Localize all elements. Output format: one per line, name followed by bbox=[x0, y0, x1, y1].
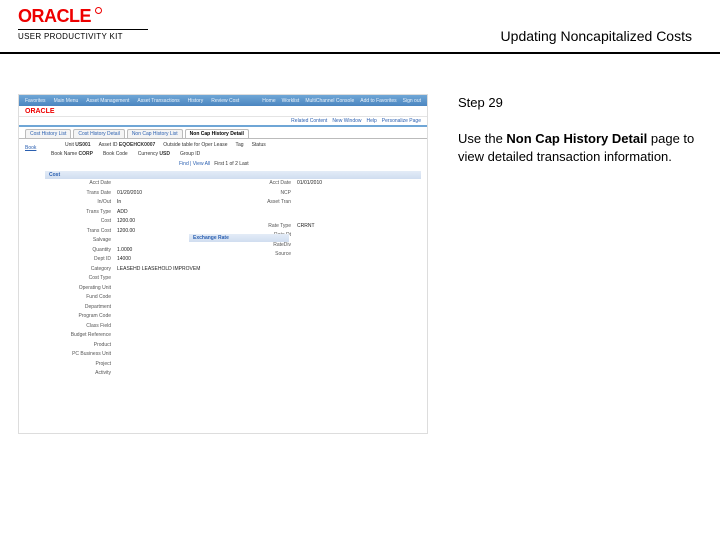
info-row-1: Unit US001 Asset ID EQOEHCK0007 Outside … bbox=[19, 139, 427, 149]
nav-item: Asset Transactions bbox=[137, 98, 179, 104]
field-row: Acct Date bbox=[39, 179, 219, 189]
field-row: Product bbox=[39, 341, 219, 351]
field-row: Trans TypeADD bbox=[39, 208, 219, 218]
left-column: Acct DateTrans Date01/20/2010In/OutInTra… bbox=[39, 179, 219, 379]
field-row: Department bbox=[39, 303, 219, 313]
oracle-logo: ORACLE bbox=[18, 6, 91, 26]
field-row: Activity bbox=[39, 369, 219, 379]
field-row: Rate TypeCRRNT bbox=[219, 222, 409, 232]
util-link: Help bbox=[367, 118, 377, 124]
nav-item: Home bbox=[262, 98, 275, 104]
nav-item: MultiChannel Console bbox=[305, 98, 354, 104]
tab-non-cap-history-detail: Non Cap History Detail bbox=[185, 129, 249, 138]
instruction-panel: Step 29 Use the Non Cap History Detail p… bbox=[458, 94, 702, 167]
logo-divider bbox=[18, 29, 148, 30]
nav-item: Review Cost bbox=[211, 98, 239, 104]
info-row-2: Book Name CORP Book Code Currency USD Gr… bbox=[19, 149, 427, 159]
oracle-dot-icon bbox=[95, 7, 102, 14]
field-row: CategoryLEASEHD LEASEHOLD IMPROVEM bbox=[39, 265, 219, 275]
field-row: Trans Date01/20/2010 bbox=[39, 189, 219, 199]
field-row: Fund Code bbox=[39, 293, 219, 303]
tab-cost-history-detail: Cost History Detail bbox=[73, 129, 124, 138]
right-column: Acct Date01/01/2010NCPAsset Tran Rate Typ… bbox=[219, 179, 409, 260]
field-row: Acct Date01/01/2010 bbox=[219, 179, 409, 189]
field-row: Class Field bbox=[39, 322, 219, 332]
utility-links: Related Content New Window Help Personal… bbox=[19, 117, 427, 127]
nav-item: Favorites bbox=[25, 98, 46, 104]
embedded-screenshot: Favorites Main Menu Asset Management Ass… bbox=[18, 94, 428, 434]
field-row: Cost1200.00 bbox=[39, 217, 219, 227]
field-row: In/OutIn bbox=[39, 198, 219, 208]
nav-item: History bbox=[188, 98, 204, 104]
field-row: Program Code bbox=[39, 312, 219, 322]
util-link: New Window bbox=[332, 118, 361, 124]
field-row: Asset Tran bbox=[219, 198, 409, 208]
oracle-app-logo: ORACLE bbox=[25, 108, 55, 115]
nav-item: Sign out bbox=[403, 98, 421, 104]
field-row: Operating Unit bbox=[39, 284, 219, 294]
util-link: Related Content bbox=[291, 118, 327, 124]
nav-item: Worklist bbox=[282, 98, 300, 104]
field-row: Cost Type bbox=[39, 274, 219, 284]
nav-item: Main Menu bbox=[54, 98, 79, 104]
instruction-text: Use the Non Cap History Detail page to v… bbox=[458, 130, 702, 166]
field-row: Source bbox=[219, 250, 409, 260]
back-link: Book bbox=[25, 145, 36, 151]
step-label: Step 29 bbox=[458, 94, 702, 112]
field-row: NCP bbox=[219, 189, 409, 199]
tab-cost-history-list: Cost History List bbox=[25, 129, 71, 138]
brand-row: ORACLE bbox=[19, 106, 427, 117]
content-area: Favorites Main Menu Asset Management Ass… bbox=[18, 94, 702, 522]
upk-label: USER PRODUCTIVITY KIT bbox=[18, 32, 158, 41]
page-title: Updating Noncapitalized Costs bbox=[501, 28, 692, 44]
oracle-logo-block: ORACLE USER PRODUCTIVITY KIT bbox=[18, 6, 158, 41]
page-header: ORACLE USER PRODUCTIVITY KIT Updating No… bbox=[0, 0, 720, 54]
field-row: Quantity1.0000 bbox=[39, 246, 219, 256]
app-topnav: Favorites Main Menu Asset Management Ass… bbox=[19, 95, 427, 106]
field-row: PC Business Unit bbox=[39, 350, 219, 360]
field-row: Dept ID14000 bbox=[39, 255, 219, 265]
tab-non-cap-history-list: Non Cap History List bbox=[127, 129, 183, 138]
field-row: Project bbox=[39, 360, 219, 370]
util-link: Personalize Page bbox=[382, 118, 421, 124]
nav-item: Add to Favorites bbox=[360, 98, 396, 104]
section-cost: Cost bbox=[45, 171, 421, 179]
page-tabs: Cost History List Cost History Detail No… bbox=[19, 127, 427, 139]
field-row: Budget Reference bbox=[39, 331, 219, 341]
detail-body: Acct DateTrans Date01/20/2010In/OutInTra… bbox=[19, 179, 427, 419]
find-row: Find | View All First 1 of 2 Last bbox=[19, 159, 427, 169]
nav-item: Asset Management bbox=[86, 98, 129, 104]
section-exchange-rate: Exchange Rate bbox=[189, 234, 289, 242]
